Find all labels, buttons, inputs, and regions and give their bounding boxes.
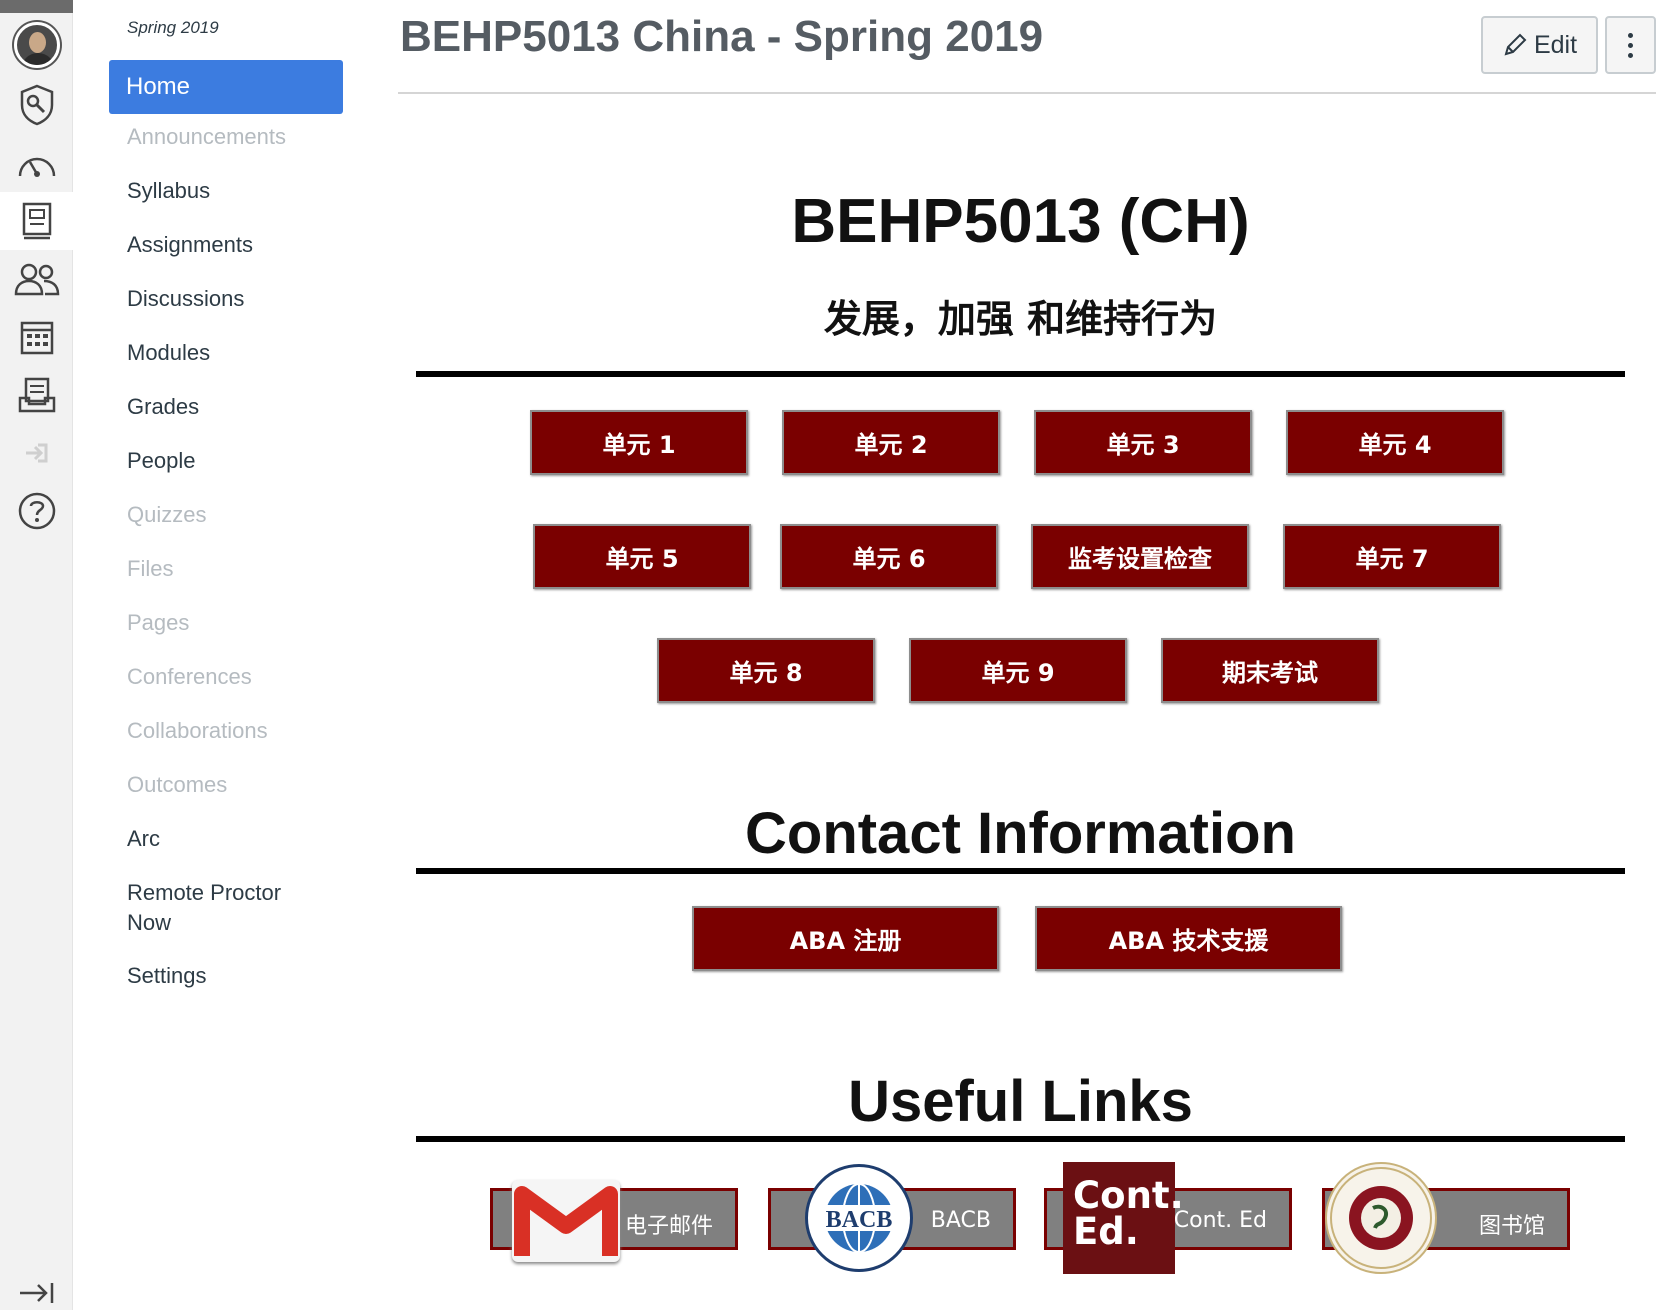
calendar-icon xyxy=(20,321,53,355)
unit-button[interactable]: 单元 7 xyxy=(1283,524,1501,589)
groups-nav-item[interactable] xyxy=(0,250,73,308)
more-options-button[interactable] xyxy=(1605,16,1656,74)
dashboard-nav-item[interactable] xyxy=(0,134,73,192)
link-label: BACB xyxy=(930,1208,991,1233)
course-nav-item-remote-proctor-now[interactable]: Remote Proctor Now xyxy=(127,878,281,938)
collapse-nav-button[interactable] xyxy=(0,1276,73,1310)
course-code-heading: BEHP5013 (CH) xyxy=(791,187,1250,256)
course-nav-item-announcements: Announcements xyxy=(127,124,286,149)
course-nav-item-files: Files xyxy=(127,556,174,581)
inbox-nav-item[interactable] xyxy=(0,366,73,424)
unit-button[interactable]: 单元 9 xyxy=(909,638,1127,703)
link-label: Cont. Ed xyxy=(1173,1208,1267,1233)
course-nav-item-pages: Pages xyxy=(127,610,190,635)
bacb-logo[interactable]: BACB xyxy=(805,1164,913,1272)
unit-button[interactable]: 单元 6 xyxy=(780,524,998,589)
divider xyxy=(416,1136,1625,1142)
course-nav-item-settings[interactable]: Settings xyxy=(127,961,207,991)
contact-heading: Contact Information xyxy=(745,801,1296,866)
pencil-icon xyxy=(1504,33,1527,56)
unit-button[interactable]: 单元 8 xyxy=(657,638,875,703)
divider xyxy=(416,868,1625,874)
account-nav-item[interactable] xyxy=(0,16,73,74)
page-title: BEHP5013 China - Spring 2019 xyxy=(400,12,1044,61)
contact-button[interactable]: ABA 注册 xyxy=(692,906,999,971)
unit-button[interactable]: 期末考试 xyxy=(1161,638,1379,703)
unit-button[interactable]: 单元 5 xyxy=(533,524,751,589)
course-nav-item-conferences: Conferences xyxy=(127,664,252,689)
divider xyxy=(416,371,1625,377)
unit-button[interactable]: 单元 1 xyxy=(530,410,748,475)
course-nav-home[interactable]: Home xyxy=(109,60,343,114)
inbox-icon xyxy=(18,377,55,413)
course-nav-item-discussions[interactable]: Discussions xyxy=(127,284,244,314)
avatar[interactable] xyxy=(13,22,60,68)
contact-button[interactable]: ABA 技术支援 xyxy=(1035,906,1342,971)
shield-wrench-icon xyxy=(20,84,53,126)
kebab-icon xyxy=(1628,32,1633,38)
unit-button[interactable]: 单元 4 xyxy=(1286,410,1504,475)
speedometer-icon xyxy=(18,157,55,177)
course-nav-item-syllabus[interactable]: Syllabus xyxy=(127,176,210,206)
course-nav-item-grades[interactable]: Grades xyxy=(127,392,199,422)
course-nav: Spring 2019 Home Announcements Syllabus As… xyxy=(73,0,373,1310)
arrow-out-icon xyxy=(25,443,47,463)
global-nav xyxy=(0,0,73,1310)
course-subtitle: 发展，加强 和维持行为 xyxy=(823,297,1218,341)
cont-ed-logo[interactable]: Cont. Ed. xyxy=(1063,1162,1184,1274)
link-label: 电子邮件 xyxy=(624,1214,713,1239)
course-nav-item-people[interactable]: People xyxy=(127,446,196,476)
course-nav-item-quizzes: Quizzes xyxy=(127,502,207,527)
help-nav-item[interactable] xyxy=(0,482,73,540)
people-icon xyxy=(14,263,59,296)
collapse-arrow-icon xyxy=(19,1283,53,1303)
global-nav-topbar xyxy=(0,0,73,13)
commons-nav-item[interactable] xyxy=(0,424,73,482)
unit-button[interactable]: 单元 2 xyxy=(782,410,1000,475)
term-label: Spring 2019 xyxy=(127,18,219,37)
course-nav-item-assignments[interactable]: Assignments xyxy=(127,230,253,260)
book-icon xyxy=(22,202,51,240)
course-nav-item-collaborations: Collaborations xyxy=(127,718,268,743)
course-nav-item-arc[interactable]: Arc xyxy=(127,824,160,854)
course-nav-item-modules[interactable]: Modules xyxy=(127,338,210,368)
link-label: 图书馆 xyxy=(1478,1214,1545,1239)
unit-button[interactable]: 监考设置检查 xyxy=(1031,524,1249,589)
edit-button[interactable]: Edit xyxy=(1481,16,1598,74)
florida-tech-seal[interactable] xyxy=(1325,1162,1437,1274)
svg-text:BACB: BACB xyxy=(826,1207,893,1233)
unit-button[interactable]: 单元 3 xyxy=(1034,410,1252,475)
links-heading: Useful Links xyxy=(848,1069,1193,1134)
course-nav-item-outcomes: Outcomes xyxy=(127,772,228,797)
calendar-nav-item[interactable] xyxy=(0,308,73,366)
gmail-logo[interactable] xyxy=(512,1180,620,1262)
header-divider xyxy=(398,92,1656,94)
edit-label: Edit xyxy=(1533,30,1578,59)
help-circle-icon xyxy=(18,492,55,530)
courses-nav-item[interactable] xyxy=(0,192,73,250)
admin-nav-item[interactable] xyxy=(0,76,73,134)
